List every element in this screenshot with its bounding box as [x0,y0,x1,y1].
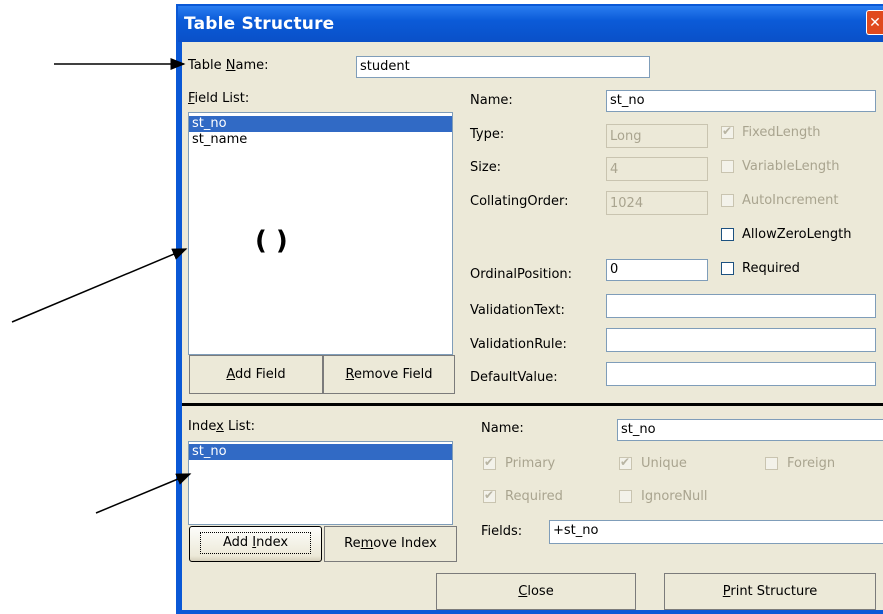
arrow-to-field-list [11,248,188,323]
arrow-to-index-list [95,473,192,514]
annotation-overlay [11,58,192,514]
